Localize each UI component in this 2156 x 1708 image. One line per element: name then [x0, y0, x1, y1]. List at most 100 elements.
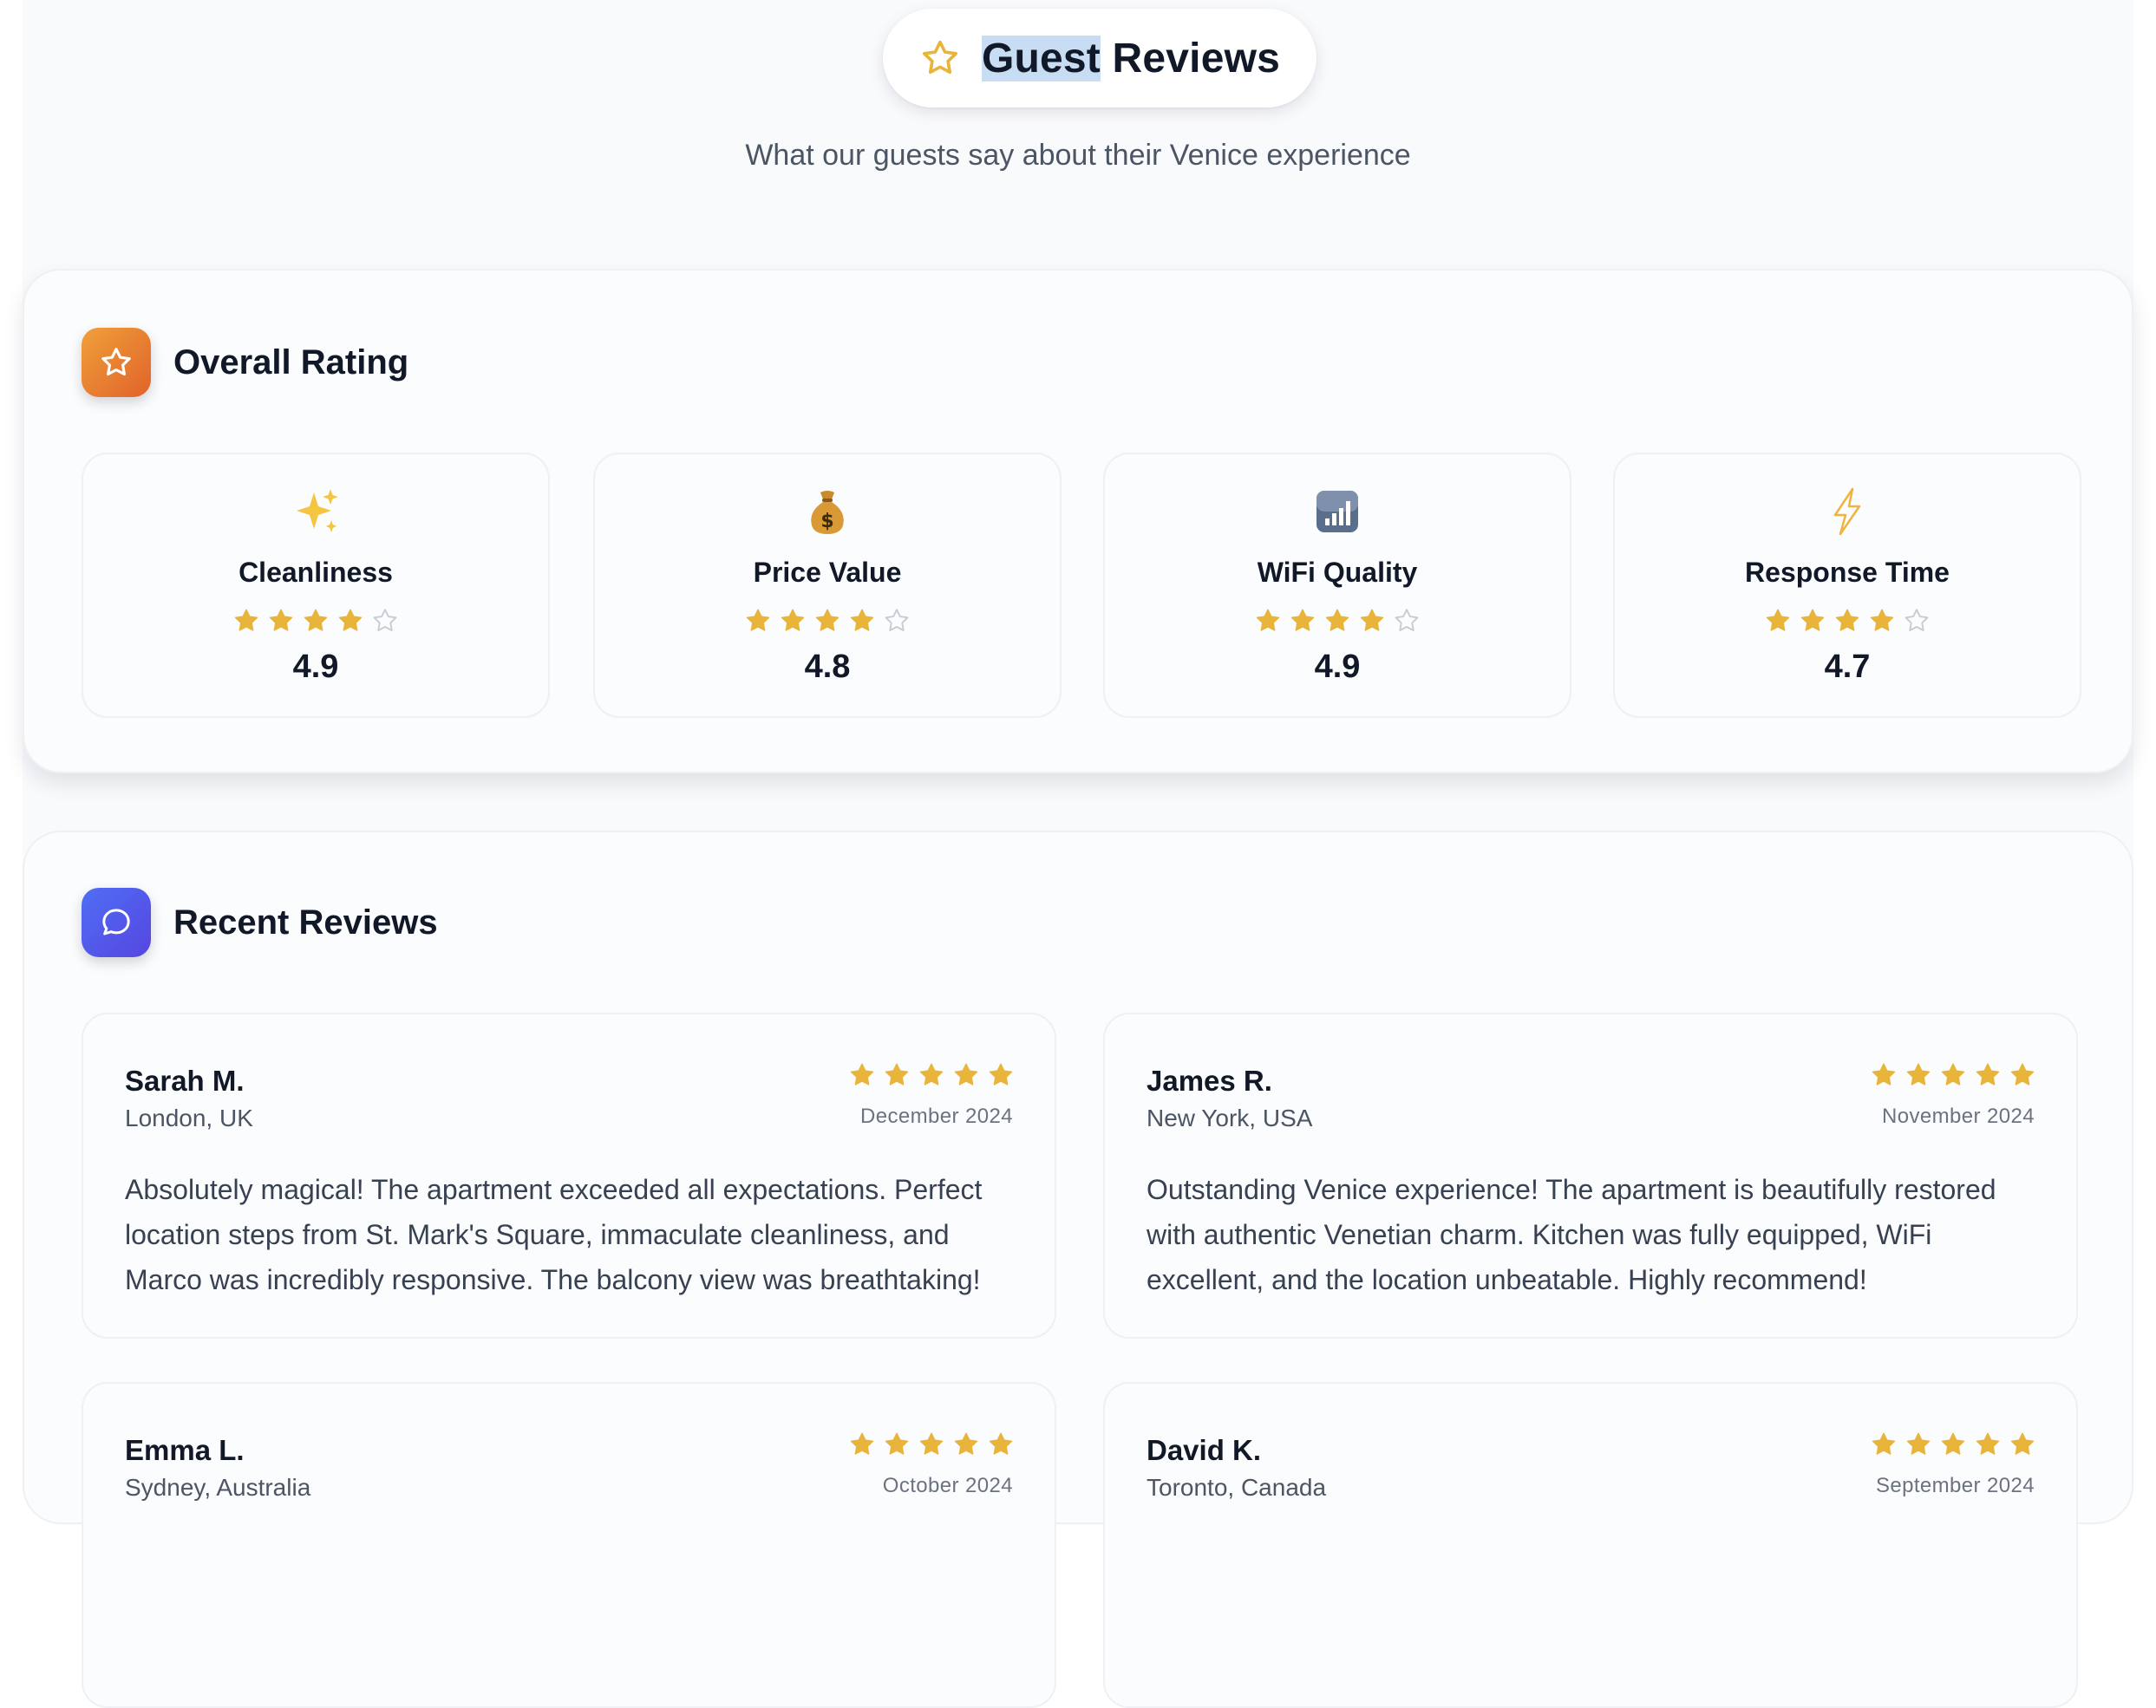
star-rating	[595, 607, 1060, 635]
star-outline-icon	[922, 40, 957, 75]
star-filled-icon	[781, 609, 805, 631]
star-filled-icon	[1906, 1432, 1931, 1455]
star-filled-icon	[850, 1063, 874, 1085]
sparkles-icon	[83, 486, 548, 538]
metric-score: 4.8	[804, 649, 851, 685]
overall-rating-badge	[82, 328, 151, 397]
star-filled-icon	[989, 1432, 1013, 1455]
reviewer-name: David K.	[1147, 1434, 1262, 1466]
star-empty-icon	[885, 609, 909, 631]
star-filled-icon	[1941, 1432, 1965, 1455]
star-filled-icon	[746, 609, 770, 631]
review-date: December 2024	[860, 1105, 1013, 1128]
section-title-overall: Overall Rating	[173, 342, 409, 381]
star-empty-icon	[373, 609, 397, 631]
metric-score: 4.9	[292, 649, 339, 685]
metric-card-cleanliness: Cleanliness 4.9	[82, 453, 550, 718]
star-filled-icon	[1256, 609, 1280, 631]
review-date: September 2024	[1875, 1474, 2035, 1497]
star-filled-icon	[1325, 609, 1349, 631]
metric-card-wifi-quality: WiFi Quality 4.9	[1103, 453, 1571, 718]
star-filled-icon	[1872, 1432, 1896, 1455]
reviewer-location: Toronto, Canada	[1147, 1474, 1327, 1501]
star-filled-icon	[269, 609, 293, 631]
star-empty-icon	[1904, 609, 1929, 631]
page-title-pill: Guest Reviews	[883, 9, 1316, 108]
review-star-rating	[1870, 1061, 2036, 1089]
star-filled-icon	[1906, 1063, 1931, 1085]
recent-reviews-card: Recent Reviews Sarah M. London, UK Decem…	[23, 831, 2133, 1708]
lightning-icon	[1615, 486, 2080, 538]
recent-reviews-header: Recent Reviews	[82, 888, 438, 957]
review-star-rating	[848, 1431, 1015, 1458]
star-filled-icon	[989, 1063, 1013, 1085]
reviewer-location: London, UK	[125, 1105, 253, 1131]
star-empty-icon	[1395, 609, 1419, 631]
star-filled-icon	[850, 609, 874, 631]
review-card: David K. Toronto, Canada September 2024	[1103, 1382, 2078, 1708]
star-filled-icon	[954, 1063, 978, 1085]
star-filled-icon	[2010, 1432, 2035, 1455]
reviewer-name: Emma L.	[125, 1434, 245, 1466]
recent-reviews-badge	[82, 888, 151, 957]
star-rating	[83, 607, 548, 635]
star-icon	[101, 348, 131, 376]
title-rest: Reviews	[1112, 35, 1281, 81]
star-filled-icon	[338, 609, 363, 631]
signal-bars-icon	[1105, 486, 1570, 538]
star-filled-icon	[919, 1063, 944, 1085]
review-text: Absolutely magical! The apartment exceed…	[125, 1174, 983, 1295]
star-filled-icon	[815, 609, 840, 631]
review-card: James R. New York, USA November 2024 Out…	[1103, 1013, 2078, 1339]
page-subtitle: What our guests say about their Venice e…	[745, 139, 1411, 172]
metric-label: Price Value	[753, 557, 902, 588]
star-rating	[1615, 607, 2080, 635]
star-filled-icon	[1835, 609, 1859, 631]
star-filled-icon	[2010, 1063, 2035, 1085]
star-filled-icon	[885, 1063, 909, 1085]
page: Guest Reviews What our guests say about …	[23, 0, 2133, 1708]
star-filled-icon	[1976, 1432, 2000, 1455]
star-filled-icon	[850, 1432, 874, 1455]
money-bag-icon: $	[595, 486, 1060, 538]
star-filled-icon	[954, 1432, 978, 1455]
reviewer-location: New York, USA	[1147, 1105, 1313, 1131]
title-selected-word: Guest	[981, 35, 1101, 81]
star-filled-icon	[1800, 609, 1825, 631]
review-star-rating	[1870, 1431, 2036, 1458]
page-title: Guest Reviews	[981, 35, 1281, 82]
star-rating	[1105, 607, 1570, 635]
review-date: November 2024	[1882, 1105, 2035, 1128]
star-filled-icon	[1290, 609, 1315, 631]
metric-label: Cleanliness	[238, 557, 393, 588]
review-date: October 2024	[882, 1474, 1013, 1497]
metric-card-response-time: Response Time 4.7	[1613, 453, 2081, 718]
star-filled-icon	[919, 1432, 944, 1455]
metric-label: Response Time	[1745, 557, 1950, 588]
overall-rating-header: Overall Rating	[82, 328, 408, 397]
review-text: Outstanding Venice experience! The apart…	[1147, 1174, 1996, 1295]
star-filled-icon	[1976, 1063, 2000, 1085]
metric-score: 4.9	[1314, 649, 1361, 685]
star-filled-icon	[1872, 1063, 1896, 1085]
review-star-rating	[848, 1061, 1015, 1089]
star-filled-icon	[885, 1432, 909, 1455]
metric-score: 4.7	[1824, 649, 1871, 685]
review-card: Emma L. Sydney, Australia October 2024	[82, 1382, 1056, 1708]
overall-rating-card: Overall Rating Cleanliness 4.9 $ Price V…	[23, 269, 2133, 773]
star-filled-icon	[1360, 609, 1384, 631]
reviewer-name: Sarah M.	[125, 1065, 245, 1097]
svg-text:$: $	[820, 511, 833, 532]
metric-card-price-value: $ Price Value 4.8	[593, 453, 1062, 718]
star-filled-icon	[234, 609, 258, 631]
review-card: Sarah M. London, UK December 2024 Absolu…	[82, 1013, 1056, 1339]
reviewer-name: James R.	[1147, 1065, 1272, 1097]
reviewer-location: Sydney, Australia	[125, 1474, 311, 1501]
section-title-recent: Recent Reviews	[173, 903, 438, 942]
star-filled-icon	[1766, 609, 1790, 631]
star-filled-icon	[1870, 609, 1894, 631]
metric-label: WiFi Quality	[1257, 557, 1418, 588]
star-filled-icon	[304, 609, 328, 631]
chat-bubble-icon	[102, 909, 130, 935]
star-filled-icon	[1941, 1063, 1965, 1085]
